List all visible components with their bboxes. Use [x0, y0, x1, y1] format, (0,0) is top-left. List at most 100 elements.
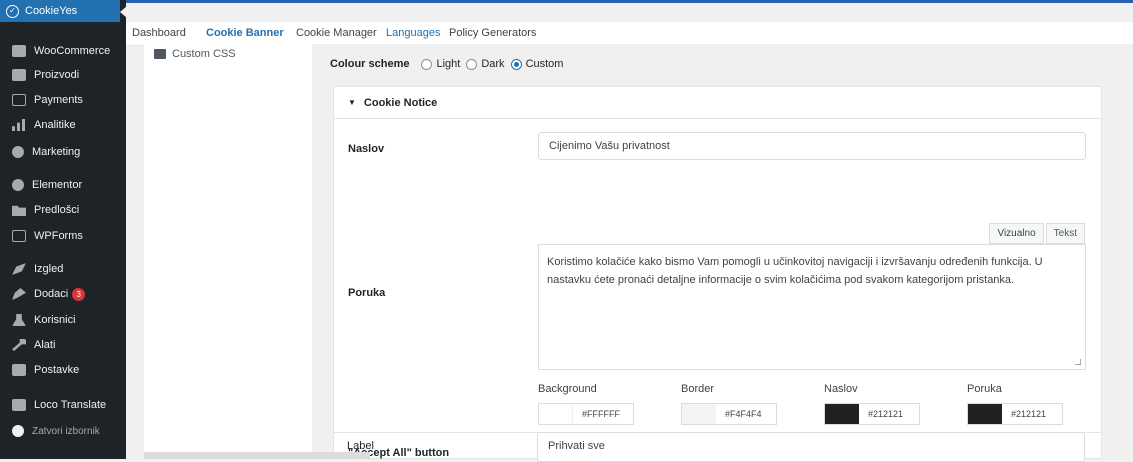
sidebar-item-label: Postavke	[34, 364, 80, 376]
analytics-icon	[12, 119, 25, 131]
background-color-picker[interactable]: #FFFFFF	[538, 403, 634, 425]
wpforms-icon	[12, 230, 26, 242]
sidebar-item-label: Loco Translate	[34, 399, 107, 411]
poruka-text: Koristimo kolačiće kako bismo Vam pomogl…	[547, 256, 1043, 286]
updates-count-badge: 3	[72, 287, 86, 301]
caret-down-icon: ▼	[348, 98, 356, 107]
code-icon	[154, 49, 166, 59]
main-content: Colour scheme Light Dark Custom ▼ Cookie…	[312, 44, 1133, 462]
accept-all-label-input[interactable]: Prihvati sve	[537, 432, 1085, 462]
label-field-label: Label	[347, 440, 374, 452]
color-value[interactable]: #212121	[1011, 409, 1046, 419]
color-label-border: Border	[681, 383, 715, 395]
sidebar-item-label: Proizvodi	[34, 69, 80, 81]
color-value[interactable]: #FFFFFF	[582, 409, 620, 419]
sidebar-item-postavke[interactable]: Postavke	[0, 359, 126, 381]
resize-handle-icon[interactable]	[1075, 359, 1081, 365]
sidebar-item-label: Marketing	[32, 146, 81, 158]
color-label-poruka: Poruka	[967, 383, 1002, 395]
sidebar-item-label: Zatvori izbornik	[32, 425, 100, 437]
payments-icon	[12, 94, 26, 106]
sidebar-item-label: Dodaci	[34, 288, 69, 300]
radio-custom[interactable]	[510, 58, 522, 70]
top-accent-line	[0, 0, 1133, 3]
color-label-naslov: Naslov	[824, 383, 858, 395]
sidebar-item-woocommerce[interactable]: WooCommerce	[0, 40, 126, 62]
border-color-picker[interactable]: #F4F4F4	[681, 403, 777, 425]
color-swatch[interactable]	[682, 404, 716, 424]
admin-sidebar: ✓ CookieYes WooCommerce Proizvodi Paymen…	[0, 0, 127, 459]
radio-dark[interactable]	[466, 58, 478, 70]
current-menu-arrow-icon	[120, 6, 127, 18]
radio-light[interactable]	[421, 58, 433, 70]
tab-cookie-banner[interactable]: Cookie Banner	[206, 27, 284, 39]
sidebar-item-korisnici[interactable]: Korisnici	[0, 309, 126, 331]
poruka-textarea[interactable]: Koristimo kolačiće kako bismo Vam pomogl…	[538, 244, 1086, 370]
tab-policy-generators[interactable]: Policy Generators	[449, 27, 536, 39]
sidebar-item-label: Predlošci	[34, 204, 80, 216]
poruka-color-picker[interactable]: #212121	[967, 403, 1063, 425]
elementor-icon	[12, 179, 24, 191]
banner-settings-nav: Custom CSS	[144, 44, 312, 459]
sidebar-item-izgled[interactable]: Izgled	[0, 258, 126, 280]
sidebar-item-loco-translate[interactable]: Loco Translate	[0, 394, 126, 416]
tab-vizualno[interactable]: Vizualno	[989, 223, 1044, 244]
sidebar-item-alati[interactable]: Alati	[0, 334, 126, 356]
sidebar-brand-label: CookieYes	[25, 5, 78, 17]
color-value[interactable]: #212121	[868, 409, 903, 419]
sidebar-item-label: Analitike	[34, 119, 76, 131]
products-icon	[12, 69, 26, 81]
collapse-icon	[12, 425, 24, 437]
tab-tekst[interactable]: Tekst	[1045, 223, 1085, 244]
sidebar-item-payments[interactable]: Payments	[0, 89, 126, 111]
horizontal-scrollbar[interactable]	[144, 452, 370, 459]
poruka-label: Poruka	[348, 287, 386, 299]
sidebar-item-elementor[interactable]: Elementor	[0, 174, 126, 196]
color-swatch[interactable]	[968, 404, 1002, 424]
sidebar-item-analitike[interactable]: Analitike	[0, 114, 126, 136]
naslov-input[interactable]: Cijenimo Vašu privatnost	[538, 132, 1086, 160]
cookieyes-logo-icon: ✓	[6, 4, 19, 18]
cookie-notice-card: ▼ Cookie Notice Naslov Cijenimo Vašu pri…	[333, 86, 1102, 459]
sidebar-item-label: Izgled	[34, 263, 64, 275]
tab-languages[interactable]: Languages	[386, 27, 440, 39]
colour-scheme-label: Colour scheme	[330, 58, 410, 70]
plugins-icon	[12, 288, 26, 300]
color-value[interactable]: #F4F4F4	[725, 409, 762, 419]
sidebar-item-label: Payments	[34, 94, 83, 106]
sidebar-item-label: WPForms	[34, 230, 83, 242]
custom-css-nav-item[interactable]: Custom CSS	[154, 48, 236, 60]
editor-mode-tabs: Vizualno Tekst	[987, 223, 1085, 244]
naslov-color-picker[interactable]: #212121	[824, 403, 920, 425]
sidebar-item-proizvodi[interactable]: Proizvodi	[0, 64, 126, 86]
marketing-icon	[12, 146, 24, 158]
sidebar-item-marketing[interactable]: Marketing	[0, 141, 126, 163]
content-gutter	[126, 22, 144, 459]
sidebar-item-label: Alati	[34, 339, 56, 351]
color-swatch[interactable]	[539, 404, 573, 424]
radio-dark-label: Dark	[481, 58, 505, 70]
radio-custom-label: Custom	[525, 58, 564, 70]
cookie-notice-header[interactable]: ▼ Cookie Notice	[334, 87, 1101, 119]
radio-light-label: Light	[436, 58, 461, 70]
appearance-icon	[12, 263, 26, 275]
settings-icon	[12, 364, 26, 376]
sidebar-item-dodaci[interactable]: Dodaci 3	[0, 283, 126, 305]
color-label-background: Background	[538, 383, 597, 395]
plugin-tab-bar: Dashboard Cookie Banner Cookie Manager L…	[126, 22, 1133, 46]
tab-cookie-manager[interactable]: Cookie Manager	[296, 27, 377, 39]
cookie-notice-title: Cookie Notice	[363, 96, 438, 109]
tab-dashboard[interactable]: Dashboard	[132, 27, 186, 39]
tools-icon	[12, 339, 26, 351]
colour-scheme-row: Colour scheme Light Dark Custom	[330, 58, 563, 70]
custom-css-label: Custom CSS	[172, 48, 236, 60]
translate-icon	[12, 399, 26, 411]
naslov-label: Naslov	[348, 143, 385, 155]
sidebar-item-wpforms[interactable]: WPForms	[0, 225, 126, 247]
sidebar-item-cookieyes[interactable]: ✓ CookieYes	[0, 0, 120, 22]
color-swatch[interactable]	[825, 404, 859, 424]
sidebar-item-predlosci[interactable]: Predlošci	[0, 199, 126, 221]
sidebar-item-collapse-menu[interactable]: Zatvori izbornik	[0, 420, 126, 442]
templates-icon	[12, 205, 26, 216]
sidebar-item-label: Korisnici	[34, 314, 76, 326]
